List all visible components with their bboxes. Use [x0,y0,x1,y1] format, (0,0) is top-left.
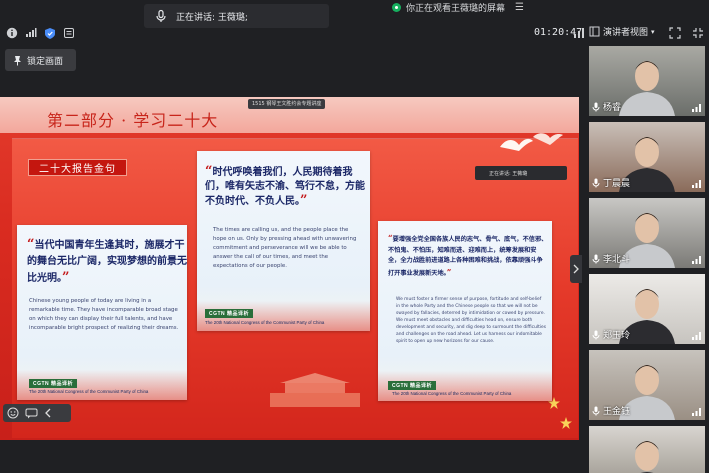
participant-name: 杨睿 [592,100,621,113]
signal-strength-icon [692,332,701,340]
security-shield-icon[interactable] [43,26,57,40]
quote-chinese: “当代中国青年生逢其时，施展才干的舞台无比广阔，实现梦想的前景无比光明。” [27,237,187,285]
participant-name: 郑玉玲 [592,328,630,341]
emoji-icon[interactable] [7,407,19,419]
chevron-left-icon[interactable] [44,408,52,418]
participant-name-label: 丁晨晨 [603,179,631,189]
sharing-status-icon [392,2,401,12]
star-decoration [560,417,572,429]
cgtn-badge: CGTN 精品译析 [388,381,437,390]
participant-name-label: 王金钰 [603,407,631,417]
congress-caption: The 20th National Congress of the Commun… [205,320,325,325]
chevron-right-icon [573,264,579,274]
quote-card: “要增强全党全国各族人民的志气、骨气、底气，不信邪、不怕鬼、不怕压，知难而进、迎… [378,221,552,401]
quote-chinese: “要增强全党全国各族人民的志气、骨气、底气，不信邪、不怕鬼、不怕压，知难而进、迎… [388,233,548,277]
quote-english: Chinese young people of today are living… [29,298,179,331]
info-icon[interactable] [5,26,19,40]
collapse-panel-handle[interactable] [570,255,582,283]
quote-chinese: “时代呼唤着我们，人民期待着我们，唯有矢志不渝、笃行不怠，方能不负时代、不负人民… [205,164,365,208]
speaker-overlay-tag: 正在讲话: 王薇璐 [475,166,567,180]
active-speaker-text: 正在讲话: 王薇璐; [176,12,248,23]
quote-card: “当代中国青年生逢其时，施展才干的舞台无比广阔，实现梦想的前景无比光明。” Ch… [17,225,187,400]
participant-name-label: 郑玉玲 [603,331,631,341]
participant-tile[interactable]: 丁晨晨 [589,122,705,192]
grid-view-icon [589,26,600,37]
reaction-bar [3,404,71,422]
chevron-down-icon: ▾ [651,27,655,36]
lock-view-button[interactable]: 锁定画面 [5,49,76,71]
microphone-icon [592,330,600,339]
participant-name: 李北斗 [592,252,630,265]
microphone-icon [592,102,600,111]
network-signal-icon[interactable] [24,26,38,40]
fullscreen-icon[interactable] [669,27,681,39]
microphone-icon [592,254,600,263]
quote-card: “时代呼唤着我们，人民期待着我们，唯有矢志不渝、笃行不怠，方能不负时代、不负人民… [197,151,370,331]
tiananmen-decoration [270,373,360,407]
presenter-name-tag: 1515 钢琴王文胜约会专题讲座 [248,99,326,109]
participant-name: 丁晨晨 [592,176,630,189]
signal-strength-icon [692,408,701,416]
slide-label: 二十大报告金句 [28,159,127,176]
cgtn-badge: CGTN 精品译析 [205,309,254,318]
participant-tile[interactable]: 杨睿 [589,46,705,116]
signal-strength-icon [692,180,701,188]
microphone-icon [156,9,166,22]
lock-view-label: 锁定画面 [27,56,64,67]
speaker-view-label: 演讲者视图 [603,28,649,38]
quote-english: We must foster a firmer sense of purpose… [396,297,547,344]
participant-video [635,441,659,473]
participant-name-label: 杨睿 [603,103,622,113]
quote-english: The times are calling us, and the people… [213,227,357,269]
signal-strength-icon [692,256,701,264]
bar-chart-icon[interactable] [573,27,585,39]
participant-tile[interactable]: 王金钰 [589,350,705,420]
microphone-icon [592,178,600,187]
slide-section-title: 第二部分 · 学习二十大 [47,111,219,130]
participant-name-label: 李北斗 [603,255,631,265]
meeting-window: 正在讲话: 王薇璐; 你正在观看王薇璐的屏幕 ☰ 01:20:47 演讲者视图 … [0,0,709,473]
microphone-icon [592,406,600,415]
participant-name: 王金钰 [592,404,630,417]
congress-caption: The 20th National Congress of the Commun… [29,389,149,394]
signal-strength-icon [692,104,701,112]
chat-bubble-icon[interactable] [25,408,38,419]
meeting-info-icon[interactable] [62,26,76,40]
menu-icon[interactable]: ☰ [515,2,524,13]
exit-fullscreen-icon[interactable] [692,27,704,39]
speaker-view-button[interactable]: 演讲者视图 ▾ [589,25,655,38]
cgtn-badge: CGTN 精品译析 [29,379,78,388]
participant-tile[interactable]: 李北斗 [589,198,705,268]
participant-tile[interactable]: 郑玉玲 [589,274,705,344]
dove-decoration [500,133,563,151]
screen-share-notice: 你正在观看王薇璐的屏幕 ☰ [389,0,539,14]
congress-caption: The 20th National Congress of the Commun… [392,391,512,396]
top-toolbar: 01:20:47 演讲者视图 ▾ [0,22,709,44]
screen-share-text: 你正在观看王薇璐的屏幕 [406,3,506,14]
pin-icon [14,55,21,65]
participant-tile[interactable] [589,426,705,473]
